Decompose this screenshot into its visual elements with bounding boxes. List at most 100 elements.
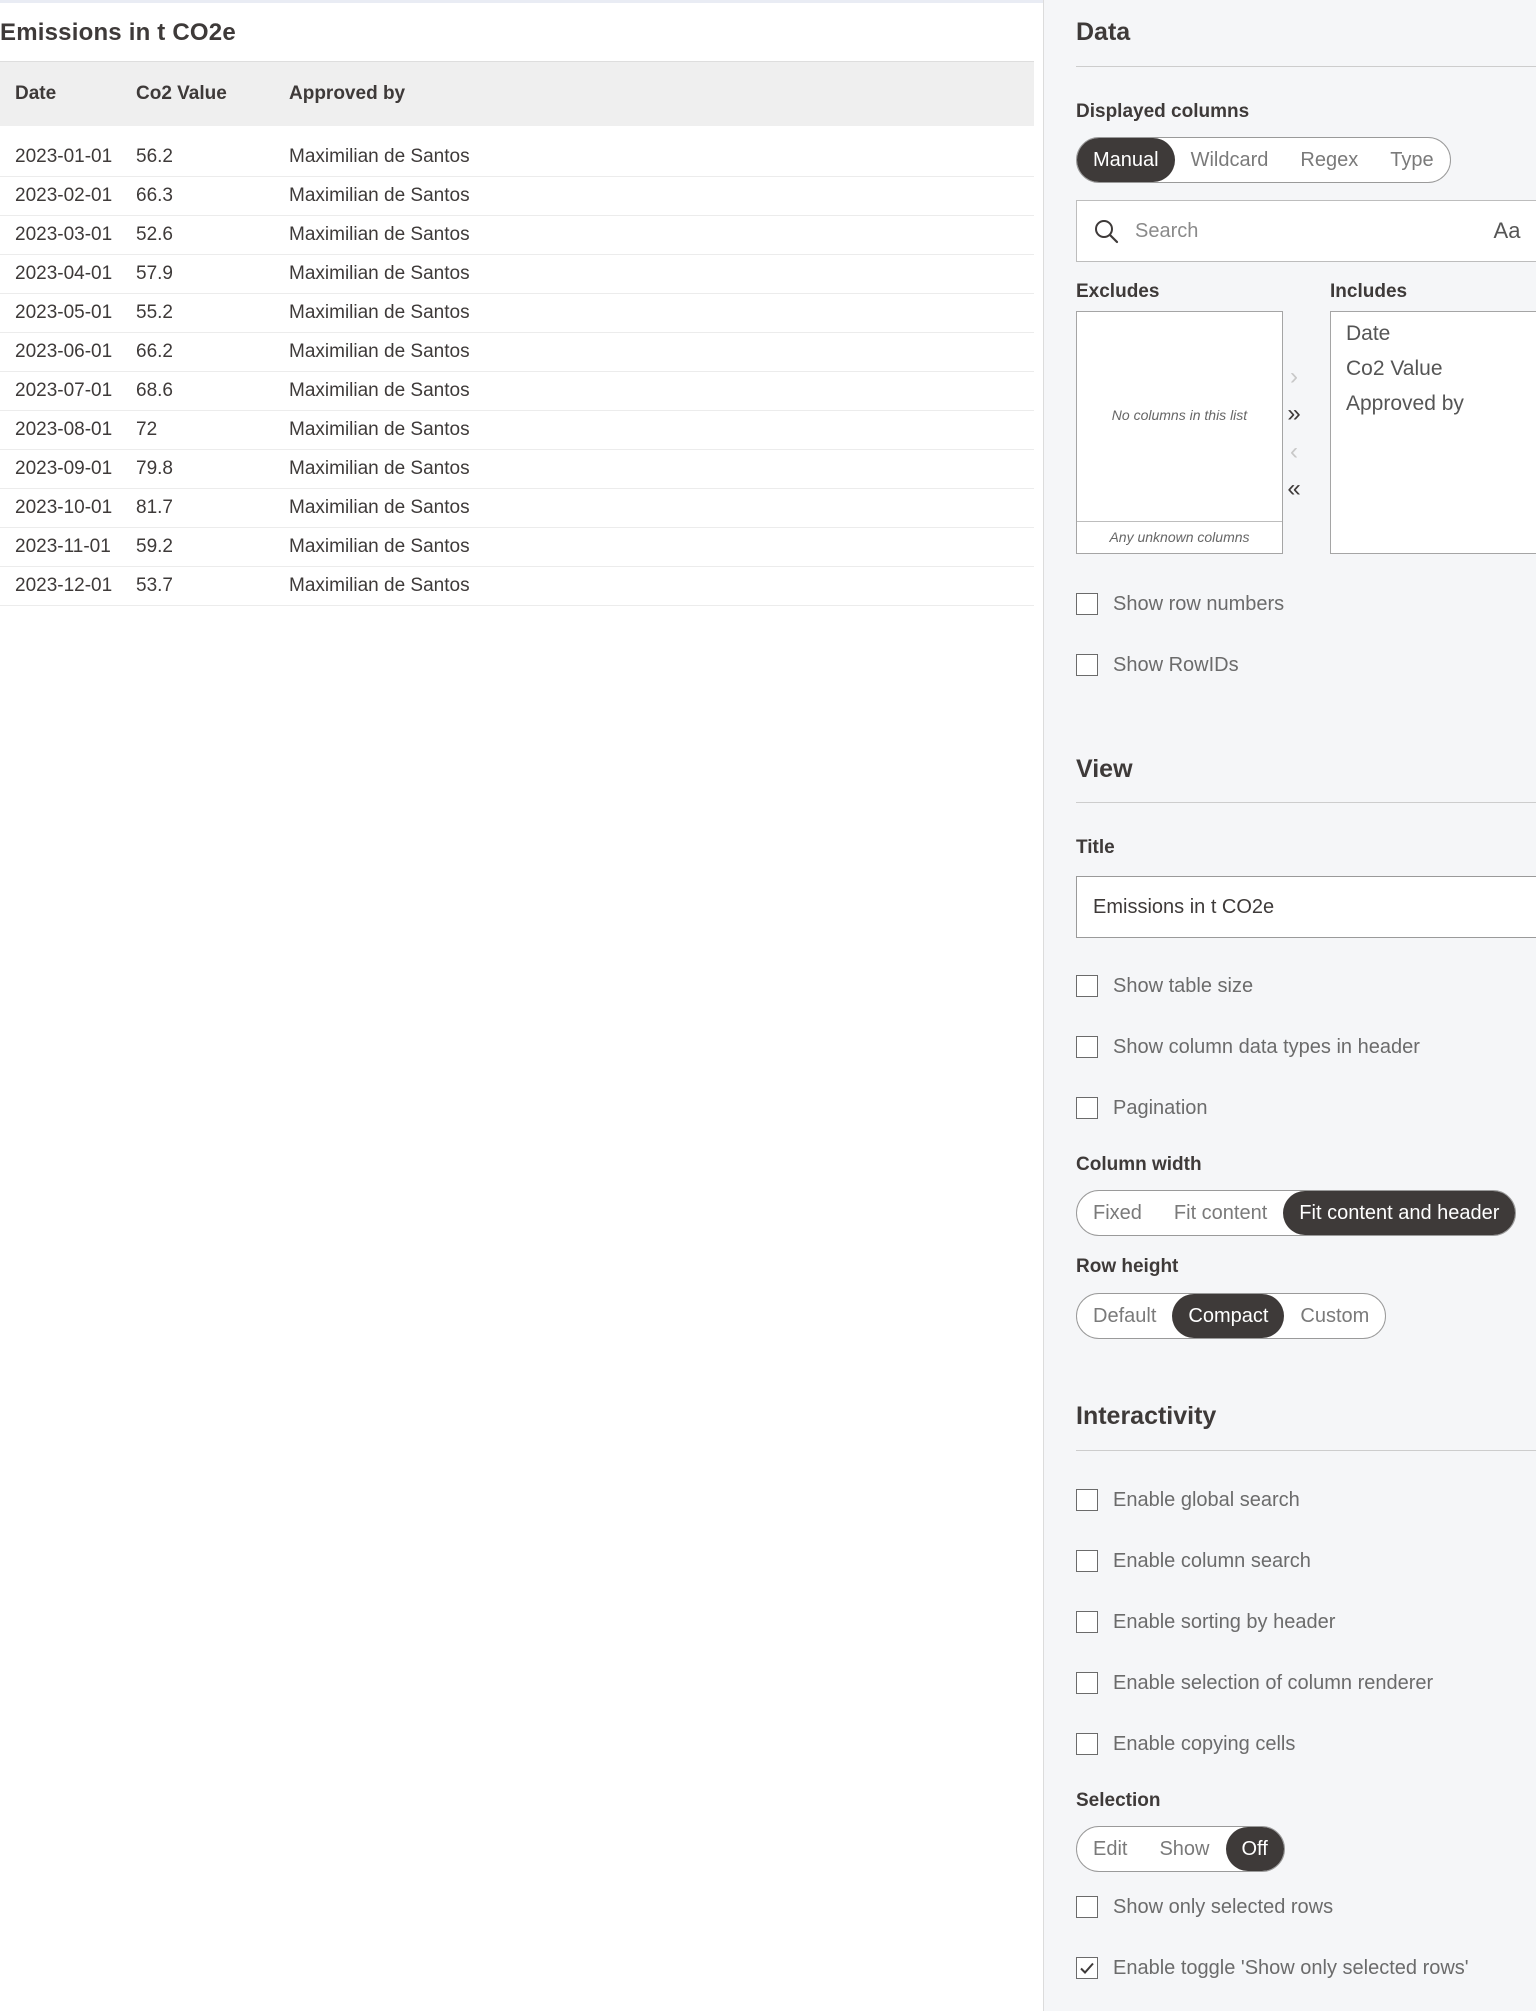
interactivity-section-divider (1076, 1450, 1536, 1451)
cell-co2-value: 59.2 (122, 527, 275, 567)
move-right-button[interactable]: › (1282, 363, 1306, 391)
title-input[interactable]: Emissions in t CO2e (1076, 876, 1536, 938)
cell-date: 2023-02-01 (0, 176, 122, 216)
filter-mode-option-regex[interactable]: Regex (1284, 138, 1374, 182)
cell-co2-value: 72 (122, 410, 275, 450)
checkbox-box[interactable] (1076, 1550, 1098, 1572)
checkbox-box[interactable] (1076, 593, 1098, 615)
checkbox-label: Pagination (1113, 1096, 1208, 1119)
search-input[interactable]: Search (1135, 220, 1478, 243)
spacer-cell (0, 126, 1034, 138)
column-filter-mode-selector: Manual Wildcard Regex Type (1076, 137, 1451, 183)
row-height-option-compact[interactable]: Compact (1172, 1294, 1285, 1338)
unknown-columns-placeholder[interactable]: Any unknown columns (1077, 521, 1282, 553)
row-height-label: Row height (1076, 1256, 1179, 1277)
checkbox-box[interactable] (1076, 975, 1098, 997)
case-sensitive-toggle[interactable]: Aa (1478, 218, 1536, 244)
checkbox-label: Enable copying cells (1113, 1732, 1296, 1755)
table-row: 2023-03-01 52.6 Maximilian de Santos (0, 215, 1034, 255)
table-row: 2023-05-01 55.2 Maximilian de Santos (0, 293, 1034, 333)
cell-date: 2023-03-01 (0, 215, 122, 255)
move-all-left-button[interactable]: « (1282, 475, 1306, 503)
checkbox-label: Enable sorting by header (1113, 1610, 1336, 1633)
move-all-right-button[interactable]: » (1282, 400, 1306, 428)
show-only-selected-rows-checkbox[interactable]: Show only selected rows (1076, 1894, 1333, 1920)
table-view: Emissions in t CO2e Date Co2 Value Appro… (0, 0, 1043, 2011)
table-container: Date Co2 Value Approved by 2023-01-01 56.… (0, 61, 1034, 606)
cell-co2-value: 55.2 (122, 293, 275, 333)
checkbox-box[interactable] (1076, 1489, 1098, 1511)
checkbox-box[interactable] (1076, 654, 1098, 676)
table-row: 2023-12-01 53.7 Maximilian de Santos (0, 566, 1034, 606)
excludes-list[interactable]: No columns in this list Any unknown colu… (1076, 311, 1283, 554)
cell-co2-value: 81.7 (122, 488, 275, 528)
row-height-option-custom[interactable]: Custom (1284, 1294, 1385, 1338)
filter-mode-option-type[interactable]: Type (1374, 138, 1449, 182)
cell-approved-by: Maximilian de Santos (275, 566, 1034, 606)
table-spacer (0, 126, 1034, 138)
cell-date: 2023-06-01 (0, 332, 122, 372)
cell-co2-value: 56.2 (122, 137, 275, 177)
includes-list[interactable]: Date Co2 Value Approved by (1330, 311, 1536, 554)
column-width-option-fit-content-and-header[interactable]: Fit content and header (1283, 1191, 1516, 1235)
checkbox-box[interactable] (1076, 1957, 1098, 1979)
data-section-divider (1076, 66, 1536, 67)
column-width-option-fixed[interactable]: Fixed (1077, 1191, 1158, 1235)
enable-sorting-checkbox[interactable]: Enable sorting by header (1076, 1609, 1335, 1635)
cell-date: 2023-08-01 (0, 410, 122, 450)
data-table: Date Co2 Value Approved by 2023-01-01 56.… (0, 61, 1034, 606)
title-label: Title (1076, 837, 1115, 858)
data-section-heading: Data (1076, 18, 1131, 46)
enable-copying-cells-checkbox[interactable]: Enable copying cells (1076, 1731, 1295, 1757)
move-left-button[interactable]: ‹ (1282, 438, 1306, 466)
show-table-size-checkbox[interactable]: Show table size (1076, 973, 1253, 999)
cell-approved-by: Maximilian de Santos (275, 176, 1034, 216)
checkbox-box[interactable] (1076, 1036, 1098, 1058)
checkbox-label: Show column data types in header (1113, 1035, 1420, 1058)
selection-option-edit[interactable]: Edit (1077, 1827, 1143, 1871)
selection-option-show[interactable]: Show (1143, 1827, 1225, 1871)
selection-mode-selector: Edit Show Off (1076, 1826, 1285, 1872)
includes-list-item[interactable]: Date (1331, 316, 1536, 351)
includes-list-item[interactable]: Approved by (1331, 386, 1536, 421)
row-height-option-default[interactable]: Default (1077, 1294, 1172, 1338)
column-width-option-fit-content[interactable]: Fit content (1158, 1191, 1283, 1235)
cell-approved-by: Maximilian de Santos (275, 254, 1034, 294)
excludes-label: Excludes (1076, 281, 1160, 302)
enable-toggle-show-only-selected-checkbox[interactable]: Enable toggle 'Show only selected rows' (1076, 1955, 1469, 1981)
checkmark-icon (1080, 1962, 1094, 1974)
enable-renderer-selection-checkbox[interactable]: Enable selection of column renderer (1076, 1670, 1433, 1696)
column-width-label: Column width (1076, 1154, 1202, 1175)
includes-list-item[interactable]: Co2 Value (1331, 351, 1536, 386)
cell-approved-by: Maximilian de Santos (275, 332, 1034, 372)
filter-mode-option-wildcard[interactable]: Wildcard (1175, 138, 1285, 182)
row-height-selector: Default Compact Custom (1076, 1293, 1387, 1339)
column-search-field[interactable]: Search Aa (1076, 200, 1536, 262)
cell-co2-value: 79.8 (122, 449, 275, 489)
cell-approved-by: Maximilian de Santos (275, 410, 1034, 450)
cell-co2-value: 66.3 (122, 176, 275, 216)
pagination-checkbox[interactable]: Pagination (1076, 1095, 1208, 1121)
enable-column-search-checkbox[interactable]: Enable column search (1076, 1548, 1311, 1574)
cell-date: 2023-01-01 (0, 137, 122, 177)
filter-mode-option-manual[interactable]: Manual (1077, 138, 1175, 182)
table-row: 2023-04-01 57.9 Maximilian de Santos (0, 254, 1034, 294)
cell-co2-value: 68.6 (122, 371, 275, 411)
cell-co2-value: 66.2 (122, 332, 275, 372)
checkbox-box[interactable] (1076, 1896, 1098, 1918)
table-row: 2023-09-01 79.8 Maximilian de Santos (0, 449, 1034, 489)
includes-label: Includes (1330, 281, 1408, 302)
cell-approved-by: Maximilian de Santos (275, 215, 1034, 255)
checkbox-box[interactable] (1076, 1097, 1098, 1119)
selection-option-off[interactable]: Off (1225, 1827, 1284, 1871)
show-row-numbers-checkbox[interactable]: Show row numbers (1076, 591, 1284, 617)
enable-global-search-checkbox[interactable]: Enable global search (1076, 1487, 1300, 1513)
show-rowids-checkbox[interactable]: Show RowIDs (1076, 652, 1239, 678)
checkbox-box[interactable] (1076, 1672, 1098, 1694)
checkbox-box[interactable] (1076, 1733, 1098, 1755)
checkbox-box[interactable] (1076, 1611, 1098, 1633)
column-width-selector: Fixed Fit content Fit content and header (1076, 1190, 1517, 1236)
table-row: 2023-07-01 68.6 Maximilian de Santos (0, 371, 1034, 411)
show-column-types-checkbox[interactable]: Show column data types in header (1076, 1034, 1420, 1060)
cell-co2-value: 57.9 (122, 254, 275, 294)
